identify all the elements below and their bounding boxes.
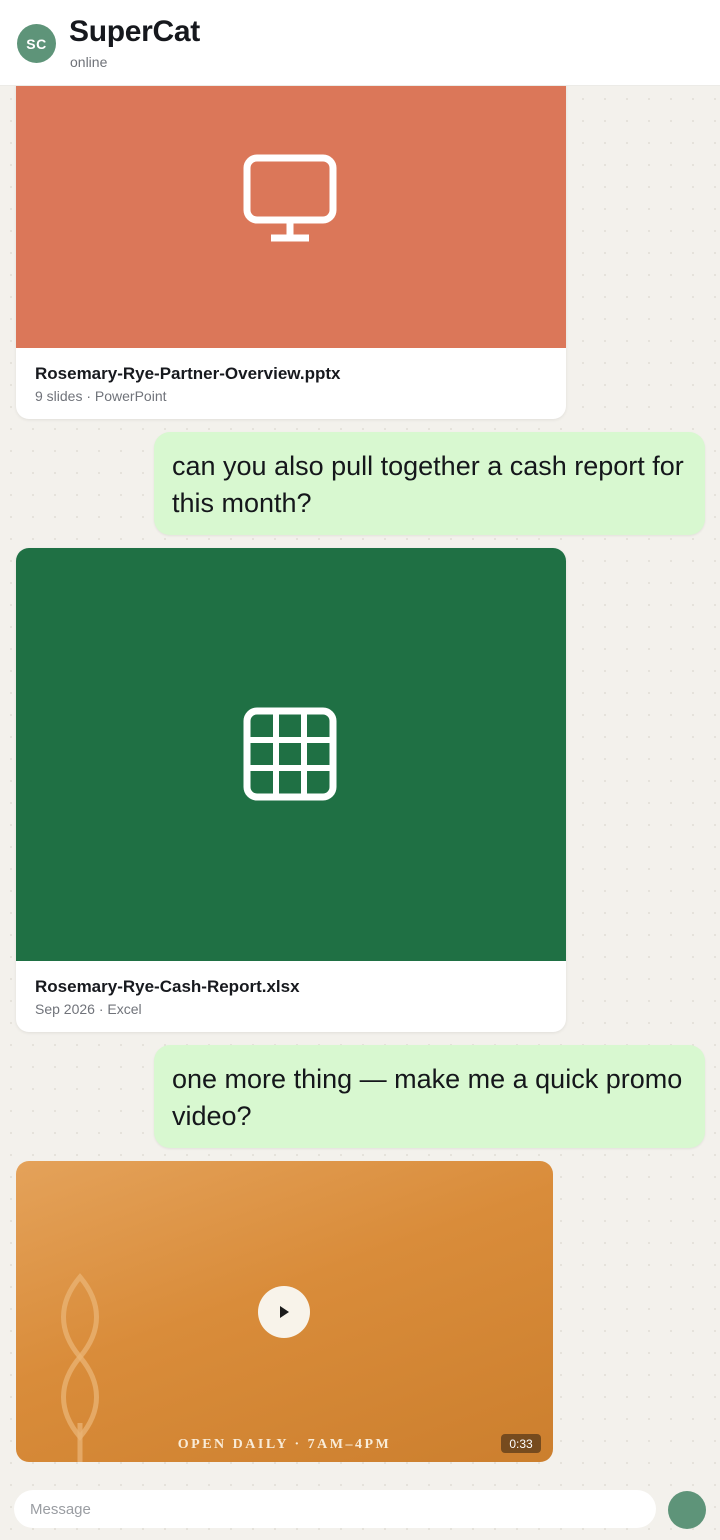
outgoing-message[interactable]: one more thing — make me a quick promo v…	[154, 1045, 705, 1148]
message-input[interactable]	[14, 1490, 656, 1528]
file-details: Sep 2026 · Excel	[35, 1001, 142, 1017]
video-duration-badge: 0:33	[501, 1434, 541, 1453]
spreadsheet-grid-icon	[243, 707, 337, 800]
avatar[interactable]: SC	[17, 24, 56, 63]
chat-title[interactable]: SuperCat	[69, 15, 200, 49]
file-attachment-pptx[interactable]: Rosemary-Rye-Partner-Overview.pptx 9 sli…	[16, 40, 566, 419]
play-icon	[280, 1306, 289, 1318]
monitor-icon	[243, 154, 337, 242]
file-name: Rosemary-Rye-Cash-Report.xlsx	[35, 977, 300, 996]
video-caption: OPEN DAILY · 7AM–4PM	[177, 1437, 392, 1452]
outgoing-message[interactable]: can you also pull together a cash report…	[154, 432, 705, 535]
play-button[interactable]	[258, 1286, 310, 1338]
video-attachment[interactable]: OPEN DAILY · 7AM–4PM 0:33	[16, 1161, 553, 1462]
wheat-decoration-icon	[61, 1273, 99, 1462]
file-details: 9 slides · PowerPoint	[35, 388, 167, 404]
send-button[interactable]	[668, 1491, 706, 1529]
chat-header: SC SuperCat online	[0, 0, 720, 86]
file-name: Rosemary-Rye-Partner-Overview.pptx	[35, 364, 341, 383]
file-preview	[16, 548, 566, 961]
online-status: online	[70, 54, 108, 70]
file-preview	[16, 40, 566, 348]
file-attachment-xlsx[interactable]: Rosemary-Rye-Cash-Report.xlsx Sep 2026 ·…	[16, 548, 566, 1032]
